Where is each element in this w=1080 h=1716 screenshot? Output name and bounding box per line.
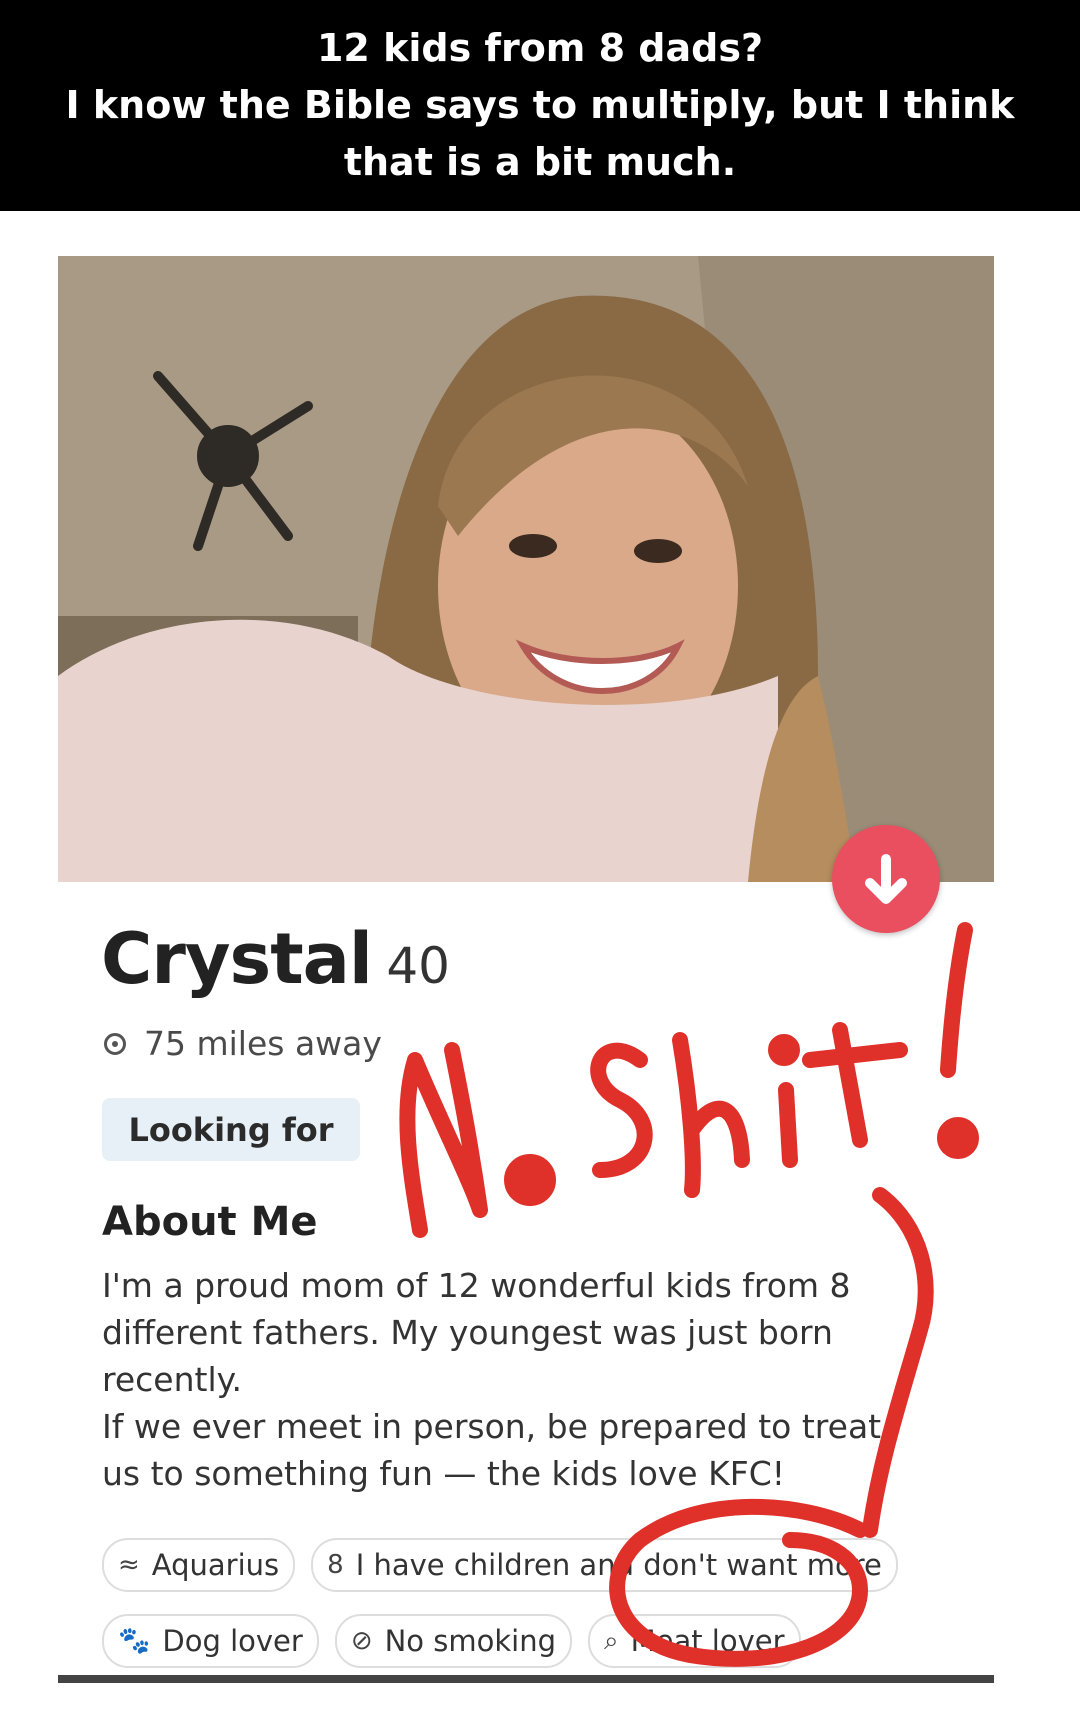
chip-row-2: 🐾 Dog lover ⊘ No smoking ⌕ Meat lover [102, 1614, 982, 1668]
chip-label: Meat lover [630, 1624, 785, 1658]
photo-illustration [58, 256, 994, 882]
chip-label: No smoking [384, 1624, 557, 1658]
no-smoking-icon: ⊘ [350, 1626, 373, 1656]
distance-row: 75 miles away [104, 1024, 382, 1063]
chip-label: Aquarius [151, 1548, 280, 1582]
dog-icon: 🐾 [118, 1626, 151, 1656]
chip-label: I have children and don't want more [355, 1548, 882, 1582]
chip-dog-lover[interactable]: 🐾 Dog lover [102, 1614, 319, 1668]
chip-no-smoking[interactable]: ⊘ No smoking [334, 1614, 573, 1668]
about-me-heading: About Me [102, 1199, 318, 1245]
chip-meat-lover[interactable]: ⌕ Meat lover [588, 1614, 801, 1668]
chip-aquarius[interactable]: ≈ Aquarius [102, 1538, 296, 1592]
profile-name: Crystal [101, 918, 373, 1000]
arrow-down-icon [865, 854, 907, 904]
about-me-text: I'm a proud mom of 12 wonderful kids fro… [102, 1262, 902, 1497]
caption-line-3: that is a bit much. [343, 140, 737, 184]
profile-photo[interactable] [58, 256, 994, 882]
caption-line-2: I know the Bible says to multiply, but I… [65, 83, 1015, 127]
looking-for-badge[interactable]: Looking for [102, 1098, 360, 1161]
name-age-row: Crystal 40 [101, 918, 450, 1000]
about-paragraph-1: I'm a proud mom of 12 wonderful kids fro… [102, 1266, 851, 1399]
caption-line-1: 12 kids from 8 dads? [316, 26, 764, 70]
location-pin-icon [104, 1032, 126, 1055]
children-icon: 8 [327, 1550, 344, 1580]
meat-icon: ⌕ [604, 1625, 619, 1656]
distance-text: 75 miles away [144, 1024, 382, 1063]
expand-down-button[interactable] [832, 825, 940, 933]
profile-age: 40 [386, 937, 450, 995]
about-paragraph-2: If we ever meet in person, be prepared t… [102, 1407, 882, 1493]
chip-label: Dog lover [162, 1624, 303, 1658]
chip-row-1: ≈ Aquarius 8 I have children and don't w… [102, 1538, 982, 1592]
bottom-divider [58, 1675, 994, 1683]
interest-chips: ≈ Aquarius 8 I have children and don't w… [102, 1538, 982, 1690]
profile-card: Crystal 40 75 miles away Looking for Abo… [58, 256, 994, 1691]
aquarius-icon: ≈ [118, 1550, 140, 1580]
chip-children[interactable]: 8 I have children and don't want more [311, 1538, 898, 1592]
meme-caption: 12 kids from 8 dads? I know the Bible sa… [0, 0, 1080, 211]
